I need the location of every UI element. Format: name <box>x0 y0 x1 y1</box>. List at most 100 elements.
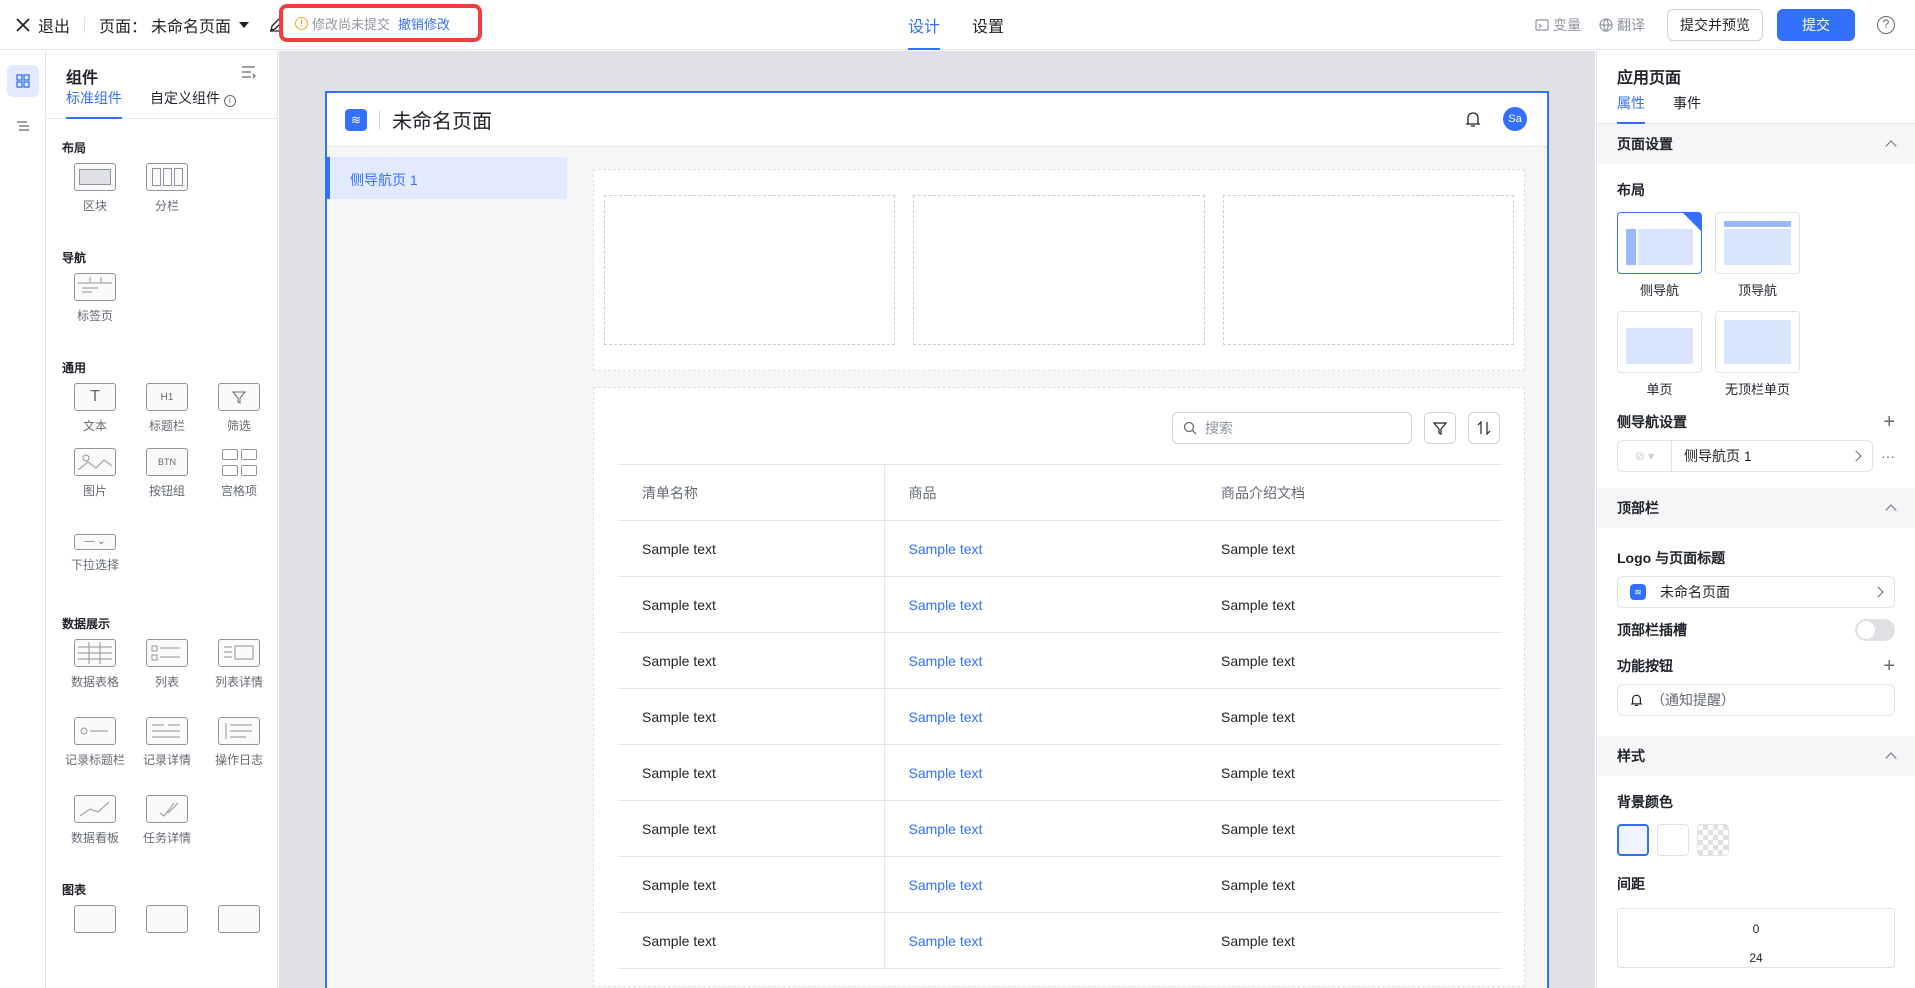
component-list[interactable]: 列表 <box>131 639 203 717</box>
tab-settings[interactable]: 设置 <box>972 0 1004 50</box>
notify-button-field[interactable]: （通知提醒） <box>1617 684 1895 716</box>
component-label: 下拉选择 <box>70 557 119 572</box>
table-row[interactable]: Sample text Sample text Sample text <box>618 632 1502 689</box>
page-preview-frame[interactable]: ≋ 未命名页面 Sa 侧导航页 1 搜索 清单名称 商品 商品介绍文档 Samp… <box>325 91 1549 988</box>
card-placeholder[interactable] <box>1222 195 1514 345</box>
submit-button[interactable]: 提交 <box>1777 9 1855 41</box>
component-activity-log[interactable]: 操作日志 <box>203 717 275 795</box>
heading-icon: H1 <box>146 383 188 411</box>
component-chart[interactable] <box>203 905 275 983</box>
layout-option-single[interactable]: 单页 <box>1617 311 1702 398</box>
chart-icon <box>74 905 116 933</box>
variable-icon <box>1535 19 1549 31</box>
component-filter[interactable]: 筛选 <box>203 383 275 447</box>
table-cell[interactable]: Sample text <box>884 520 1197 577</box>
tab-events[interactable]: 事件 <box>1673 93 1701 123</box>
translate-button[interactable]: 翻译 <box>1599 15 1645 35</box>
component-data-table[interactable]: 数据表格 <box>59 639 131 717</box>
component-task-detail[interactable]: 任务详情 <box>131 795 203 873</box>
component-record-title[interactable]: 记录标题栏 <box>59 717 131 795</box>
color-swatch-light-blue[interactable] <box>1617 824 1649 856</box>
grid-icon <box>16 74 30 88</box>
style-section[interactable]: 样式 <box>1597 736 1915 776</box>
group-title: 图表 <box>62 883 87 897</box>
card-placeholder[interactable] <box>604 195 896 345</box>
component-text[interactable]: T 文本 <box>59 383 131 447</box>
avatar[interactable]: Sa <box>1503 107 1527 131</box>
component-list-detail[interactable]: 列表详情 <box>203 639 275 717</box>
table-row[interactable]: Sample text Sample text Sample text <box>618 800 1502 857</box>
table-cell[interactable]: Sample text <box>884 912 1197 969</box>
icon-picker[interactable]: ⊘ ▾ <box>1618 441 1672 471</box>
table-cell[interactable]: Sample text <box>884 744 1197 801</box>
component-dropdown[interactable]: — ⌄ 下拉选择 <box>59 528 131 606</box>
exit-button[interactable]: 退出 <box>16 13 70 37</box>
spacing-top-value[interactable]: 0 <box>1618 915 1894 944</box>
table-cell[interactable]: Sample text <box>884 800 1197 857</box>
component-chart[interactable] <box>59 905 131 983</box>
submit-preview-button[interactable]: 提交并预览 <box>1667 9 1763 41</box>
component-title-bar[interactable]: H1 标题栏 <box>131 383 203 447</box>
component-image[interactable]: 图片 <box>59 448 131 526</box>
sort-button[interactable] <box>1468 412 1500 444</box>
search-input[interactable]: 搜索 <box>1172 412 1412 444</box>
table-row[interactable]: Sample text Sample text Sample text <box>618 520 1502 577</box>
component-chart[interactable] <box>131 905 203 983</box>
table-row[interactable]: Sample text Sample text Sample text <box>618 688 1502 745</box>
sidenav-item[interactable]: 侧导航页 1 <box>327 157 567 199</box>
layout-option-sidenav[interactable]: 侧导航 <box>1617 212 1702 299</box>
component-grid-item[interactable]: 宫格项 <box>203 448 275 526</box>
table-row[interactable]: Sample text Sample text Sample text <box>618 912 1502 969</box>
table-cell[interactable]: Sample text <box>884 632 1197 689</box>
color-swatch-white[interactable] <box>1657 824 1689 856</box>
top-bar: 退出 页面： 未命名页面 ! 修改尚未提交 撤销修改 设计 设置 变量 翻译 提… <box>0 0 1915 50</box>
add-icon[interactable]: + <box>1883 411 1895 434</box>
component-block[interactable]: 区块 <box>59 163 131 241</box>
table-cell[interactable]: Sample text <box>884 688 1197 745</box>
layout-thumbnail <box>1617 212 1702 274</box>
mode-tabs: 设计 设置 <box>908 0 1004 50</box>
component-record-detail[interactable]: 记录详情 <box>131 717 203 795</box>
layout-option-topnav[interactable]: 顶导航 <box>1715 212 1800 299</box>
outline-panel-button[interactable] <box>7 111 39 143</box>
bell-icon[interactable] <box>1465 110 1481 128</box>
color-swatch-transparent[interactable] <box>1697 824 1729 856</box>
page-settings-section[interactable]: 页面设置 <box>1597 124 1915 164</box>
cards-container[interactable] <box>593 169 1525 371</box>
add-icon[interactable]: + <box>1883 655 1895 678</box>
table-row[interactable]: Sample text Sample text Sample text <box>618 856 1502 913</box>
more-icon[interactable]: ··· <box>1881 448 1895 464</box>
components-panel-button[interactable] <box>7 65 39 97</box>
data-table-block[interactable]: 搜索 清单名称 商品 商品介绍文档 Sample text Sample text… <box>593 387 1525 987</box>
table-row[interactable]: Sample text Sample text Sample text <box>618 576 1502 633</box>
table-cell: Sample text <box>618 800 885 857</box>
page-selector[interactable]: 页面： 未命名页面 <box>99 13 250 37</box>
group-title: 数据展示 <box>62 617 111 631</box>
table-cell[interactable]: Sample text <box>884 576 1197 633</box>
logo-title-field[interactable]: ≋ 未命名页面 <box>1617 576 1895 608</box>
tab-custom-components[interactable]: 自定义组件 i <box>150 88 236 118</box>
tab-properties[interactable]: 属性 <box>1617 93 1645 124</box>
table-row[interactable]: Sample text Sample text Sample text <box>618 744 1502 801</box>
component-tabs[interactable]: 标签页 <box>59 273 131 351</box>
spacing-box[interactable]: 0 24 <box>1617 908 1895 968</box>
component-columns[interactable]: 分栏 <box>131 163 203 241</box>
table-body: Sample text Sample text Sample text Sample … <box>618 520 1502 969</box>
filter-button[interactable] <box>1424 412 1456 444</box>
component-button-group[interactable]: BTN 按钮组 <box>131 448 203 526</box>
table-cell[interactable]: Sample text <box>884 856 1197 913</box>
component-dashboard[interactable]: 数据看板 <box>59 795 131 873</box>
layout-option-no-topbar[interactable]: 无顶栏单页 <box>1715 311 1800 398</box>
tab-standard-components[interactable]: 标准组件 <box>66 88 122 119</box>
tab-design[interactable]: 设计 <box>908 0 941 50</box>
spacing-inner-value[interactable]: 24 <box>1618 944 1894 973</box>
collapse-list-icon[interactable] <box>241 64 257 80</box>
table-cell: Sample text <box>618 912 885 969</box>
sidenav-item-field[interactable]: ⊘ ▾ 侧导航页 1 <box>1617 440 1873 472</box>
topbar-section[interactable]: 顶部栏 <box>1597 488 1915 528</box>
card-placeholder[interactable] <box>913 195 1205 345</box>
topbar-slot-toggle[interactable] <box>1855 619 1895 641</box>
variables-button[interactable]: 变量 <box>1535 15 1581 35</box>
undo-changes-link[interactable]: 撤销修改 <box>398 14 450 33</box>
help-icon[interactable]: ? <box>1877 16 1895 34</box>
